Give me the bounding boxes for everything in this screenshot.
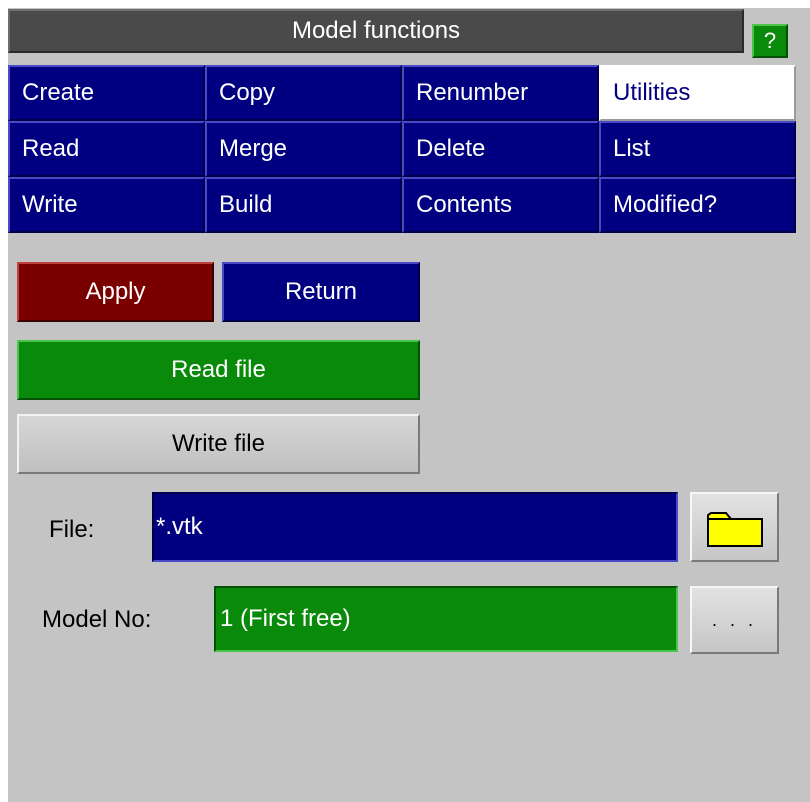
browse-file-button[interactable] <box>690 492 779 562</box>
menu-item-modified[interactable]: Modified? <box>599 177 796 233</box>
menu-item-utilities[interactable]: Utilities <box>599 65 796 121</box>
panel-title: Model functions <box>8 9 744 53</box>
file-input[interactable]: *.vtk <box>152 492 678 562</box>
read-file-button[interactable]: Read file <box>17 340 420 400</box>
model-select-more-button[interactable]: . . . <box>690 586 779 654</box>
model-number-label: Model No: <box>42 606 152 633</box>
apply-button[interactable]: Apply <box>17 262 214 322</box>
menu-item-list[interactable]: List <box>599 121 796 177</box>
return-button[interactable]: Return <box>222 262 420 322</box>
function-menu: Create Copy Renumber Utilities Read Merg… <box>8 65 804 233</box>
help-button[interactable]: ? <box>752 24 788 58</box>
menu-item-copy[interactable]: Copy <box>205 65 402 121</box>
menu-item-delete[interactable]: Delete <box>402 121 599 177</box>
write-file-button[interactable]: Write file <box>17 414 420 474</box>
menu-item-build[interactable]: Build <box>205 177 402 233</box>
menu-item-renumber[interactable]: Renumber <box>402 65 599 121</box>
menu-item-merge[interactable]: Merge <box>205 121 402 177</box>
menu-item-create[interactable]: Create <box>8 65 205 121</box>
folder-icon <box>706 512 763 547</box>
model-number-input[interactable]: 1 (First free) <box>214 586 678 652</box>
menu-item-write[interactable]: Write <box>8 177 205 233</box>
menu-item-contents[interactable]: Contents <box>402 177 599 233</box>
menu-item-read[interactable]: Read <box>8 121 205 177</box>
file-label: File: <box>49 516 95 543</box>
